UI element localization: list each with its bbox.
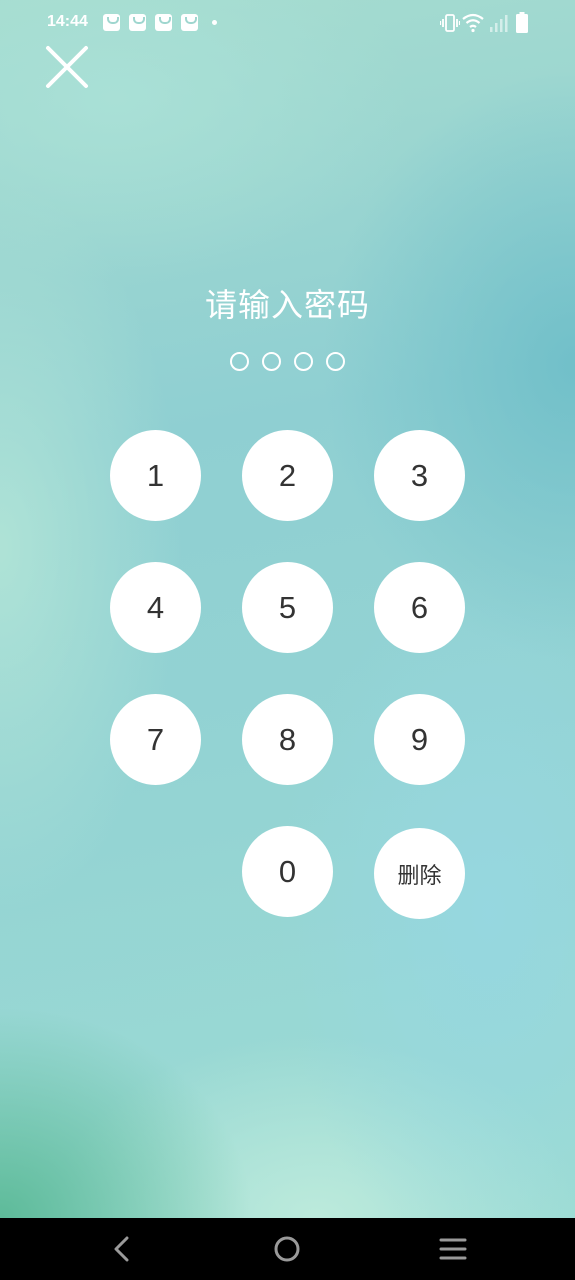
more-notifications-dot-icon <box>212 20 217 25</box>
pin-dot <box>326 352 345 371</box>
navigation-bar <box>0 1218 575 1280</box>
recent-apps-button[interactable] <box>438 1236 468 1262</box>
battery-icon <box>516 12 528 33</box>
key-1[interactable]: 1 <box>110 430 201 521</box>
shopping-bag-icon <box>129 14 146 31</box>
close-button[interactable] <box>42 42 94 94</box>
pin-dot <box>294 352 313 371</box>
key-2[interactable]: 2 <box>242 430 333 521</box>
page-title: 请输入密码 <box>204 286 370 324</box>
key-5[interactable]: 5 <box>242 562 333 653</box>
back-button[interactable] <box>108 1234 136 1264</box>
key-7[interactable]: 7 <box>110 694 201 785</box>
delete-button[interactable]: 删除 <box>374 828 465 919</box>
shopping-bag-icon <box>181 14 198 31</box>
close-icon <box>46 46 88 88</box>
home-button[interactable] <box>272 1234 302 1264</box>
status-time: 14:44 <box>47 13 88 30</box>
status-bar: 14:44 <box>0 0 575 46</box>
home-icon <box>274 1236 300 1262</box>
vibrate-icon <box>440 14 460 32</box>
menu-icon <box>439 1238 467 1260</box>
back-icon <box>114 1236 129 1262</box>
pin-indicator <box>0 352 575 371</box>
key-8[interactable]: 8 <box>242 694 333 785</box>
key-0[interactable]: 0 <box>242 826 333 917</box>
signal-icon <box>490 15 508 32</box>
key-4[interactable]: 4 <box>110 562 201 653</box>
key-6[interactable]: 6 <box>374 562 465 653</box>
key-9[interactable]: 9 <box>374 694 465 785</box>
pin-dot <box>262 352 281 371</box>
shopping-bag-icon <box>155 14 172 31</box>
wifi-icon <box>462 13 484 33</box>
pin-dot <box>230 352 249 371</box>
key-3[interactable]: 3 <box>374 430 465 521</box>
shopping-bag-icon <box>103 14 120 31</box>
